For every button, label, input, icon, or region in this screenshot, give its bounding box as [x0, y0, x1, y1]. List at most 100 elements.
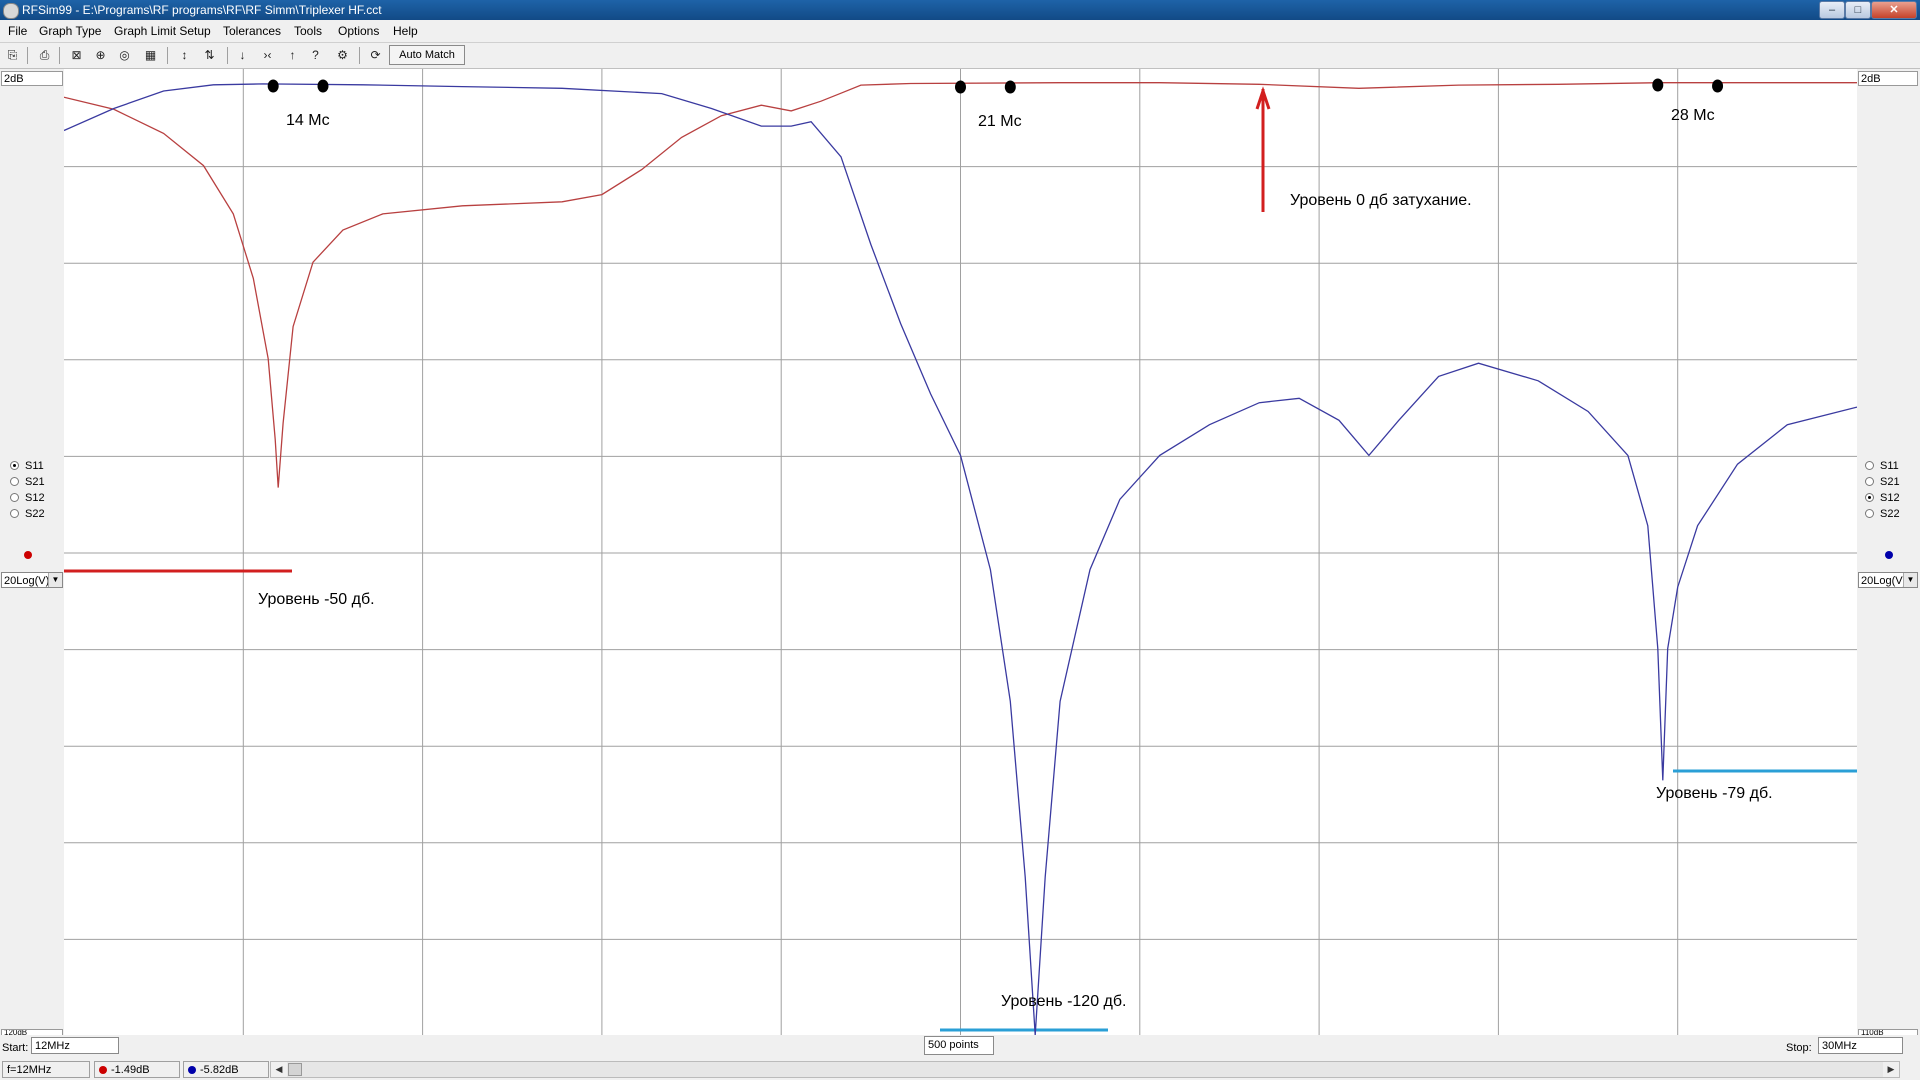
left-trace-color-marker [24, 551, 32, 559]
open-circuit-icon[interactable]: ⎘ [3, 46, 22, 64]
reset-icon[interactable]: ⟳ [366, 46, 385, 64]
stop-frequency-input[interactable]: 30MHz [1818, 1037, 1903, 1054]
label-level-minus-50: Уровень -50 дб. [258, 591, 375, 608]
table-icon[interactable]: ▦ [141, 46, 160, 64]
right-trace-color-marker [1885, 551, 1893, 559]
radio-label: S21 [1880, 476, 1900, 488]
menu-tools[interactable]: Tools [294, 24, 322, 38]
minimize-button[interactable]: ‒ [1819, 1, 1845, 19]
scroll-left-icon[interactable]: ◀ [271, 1062, 287, 1077]
radio-label: S12 [1880, 492, 1900, 504]
scroll-right-icon[interactable]: ▶ [1883, 1062, 1899, 1077]
menu-bar: File Graph Type Graph Limit Setup Tolera… [0, 20, 1920, 43]
right-radio-s12[interactable]: S12 [1865, 490, 1915, 506]
left-format-select[interactable]: 20Log(V) ▼ [1, 572, 63, 588]
radio-label: S11 [1880, 460, 1899, 472]
print-icon[interactable]: ⎙ [35, 46, 54, 64]
label-level-minus-79: Уровень -79 дб. [1656, 785, 1773, 802]
right-radio-s22[interactable]: S22 [1865, 506, 1915, 522]
radio-dot [1865, 509, 1874, 518]
radio-label: S11 [25, 460, 44, 472]
plot-area[interactable]: 14 Mc 21 Mc 28 Mc Уровень 0 дб затухание… [64, 69, 1857, 1035]
menu-help[interactable]: Help [393, 24, 418, 38]
close-button[interactable]: ✕ [1871, 1, 1917, 19]
menu-file[interactable]: File [8, 24, 27, 38]
label-level-0: Уровень 0 дб затухание. [1290, 192, 1472, 209]
s12-value: -5.82dB [200, 1064, 239, 1076]
radio-dot [1865, 461, 1874, 470]
label-band-21: 21 Mc [978, 113, 1022, 130]
s-parameter-chart [64, 69, 1857, 1035]
right-radio-s11[interactable]: S11 [1865, 458, 1915, 474]
chevron-down-icon: ▼ [1903, 573, 1917, 587]
left-scale-top[interactable]: 2dB [1, 71, 63, 86]
radio-label: S22 [1880, 508, 1900, 520]
right-radio-s21[interactable]: S21 [1865, 474, 1915, 490]
radio-dot [10, 493, 19, 502]
title-bar: RFSim99 - E:\Programs\RF programs\RF\RF … [0, 0, 1920, 20]
toolbar-separator [27, 47, 28, 64]
marker-between-icon[interactable]: ›‹ [258, 46, 277, 64]
window-title: RFSim99 - E:\Programs\RF programs\RF\RF … [22, 3, 382, 17]
tune-icon[interactable]: ⚙ [333, 46, 352, 64]
s12-dot [188, 1066, 196, 1074]
toolbar-separator [167, 47, 168, 64]
toolbar-separator [227, 47, 228, 64]
band-marker-dot [317, 79, 329, 93]
left-radio-s11[interactable]: S11 [10, 458, 60, 474]
marker-down-icon[interactable]: ↓ [233, 46, 252, 64]
marker-up-icon[interactable]: ↑ [283, 46, 302, 64]
menu-graph-type[interactable]: Graph Type [39, 24, 101, 38]
band-markers [267, 78, 1724, 94]
toolbar-separator [359, 47, 360, 64]
right-scale-top[interactable]: 2dB [1858, 71, 1918, 86]
left-axis-panel: 2dB S11 S21 S12 S22 20Log(V) ▼ 120dB [0, 69, 64, 1035]
linear-scale-icon[interactable]: ↕ [175, 46, 194, 64]
band-marker-dot [267, 79, 279, 93]
auto-match-button[interactable]: Auto Match [389, 45, 465, 65]
radio-dot [1865, 493, 1874, 502]
log-scale-icon[interactable]: ⇅ [200, 46, 219, 64]
band-marker-dot [1712, 79, 1724, 93]
s12-readout: -5.82dB [183, 1061, 269, 1078]
left-radio-s22[interactable]: S22 [10, 506, 60, 522]
right-format-select[interactable]: 20Log(V) ▼ [1858, 572, 1918, 588]
start-frequency-input[interactable]: 12MHz [31, 1037, 119, 1054]
left-radio-s21[interactable]: S21 [10, 474, 60, 490]
band-marker-dot [1652, 78, 1664, 92]
band-marker-dot [955, 80, 966, 94]
smith-chart-icon[interactable]: ⊕ [91, 46, 110, 64]
label-band-14: 14 Mc [286, 112, 330, 129]
maximize-button[interactable]: □ [1845, 1, 1871, 19]
menu-tolerances[interactable]: Tolerances [223, 24, 281, 38]
radio-label: S22 [25, 508, 45, 520]
start-label: Start: [2, 1042, 29, 1054]
label-level-minus-120: Уровень -120 дб. [1001, 993, 1127, 1010]
radio-dot [1865, 477, 1874, 486]
frequency-scrollbar[interactable]: ◀ ▶ [270, 1061, 1900, 1078]
polar-chart-icon[interactable]: ◎ [115, 46, 134, 64]
s11-value: -1.49dB [111, 1064, 150, 1076]
chevron-down-icon: ▼ [48, 573, 62, 587]
toolbar-separator [59, 47, 60, 64]
toolbar: ⎘ ⎙ ⊠ ⊕ ◎ ▦ ↕ ⇅ ↓ ›‹ ↑ ? ⚙ ⟳ [0, 43, 1920, 69]
label-band-28: 28 Mc [1671, 107, 1715, 124]
scroll-thumb[interactable] [288, 1063, 302, 1076]
rectangular-graph-icon[interactable]: ⊠ [67, 46, 86, 64]
s11-readout: -1.49dB [94, 1061, 180, 1078]
menu-options[interactable]: Options [338, 24, 379, 38]
stop-label: Stop: [1786, 1042, 1812, 1054]
right-format-value: 20Log(V) [1861, 575, 1907, 587]
right-axis-panel: 2dB S11 S21 S12 S22 20Log(V) ▼ 110dB [1857, 69, 1920, 1035]
right-param-group: S11 S21 S12 S22 [1865, 458, 1915, 522]
left-radio-s12[interactable]: S12 [10, 490, 60, 506]
radio-label: S21 [25, 476, 45, 488]
cursor-frequency-readout: f=12MHz [2, 1061, 90, 1078]
help-icon[interactable]: ? [306, 46, 325, 64]
points-input[interactable]: 500 points [924, 1036, 994, 1055]
left-param-group: S11 S21 S12 S22 [10, 458, 60, 522]
s11-dot [99, 1066, 107, 1074]
menu-graph-limit-setup[interactable]: Graph Limit Setup [114, 24, 211, 38]
radio-label: S12 [25, 492, 45, 504]
left-format-value: 20Log(V) [4, 575, 50, 587]
